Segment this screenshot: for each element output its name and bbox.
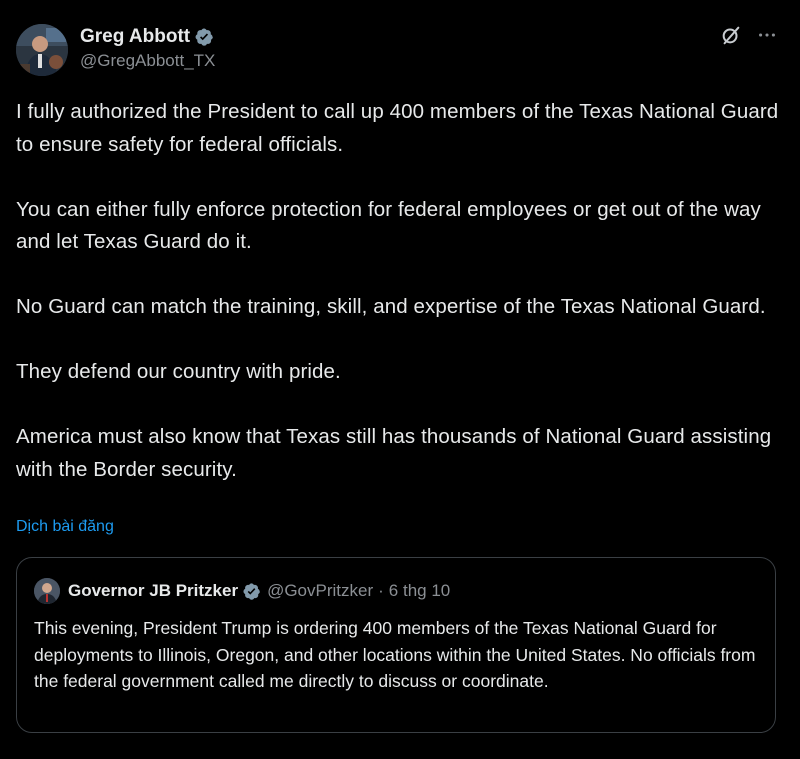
name-row: Greg Abbott [80, 24, 215, 50]
quote-text: This evening, President Trump is orderin… [34, 618, 756, 691]
tweet-paragraph: I fully authorized the President to call… [16, 100, 779, 156]
tweet-paragraph: You can either fully enforce protection … [16, 197, 761, 254]
tweet-paragraph: They defend our country with pride. [16, 360, 341, 383]
translate-post-link[interactable]: Dịch bài đăng [16, 518, 114, 536]
author-info: Greg Abbott @GregAbbott_TX [80, 24, 215, 71]
quote-handle: @GovPritzker [267, 581, 374, 600]
quote-date: 6 thg 10 [388, 581, 451, 600]
tweet-header: Greg Abbott @GregAbbott_TX [16, 20, 784, 76]
verified-badge-icon [243, 582, 260, 600]
avatar[interactable] [16, 24, 68, 76]
grok-icon[interactable] [720, 24, 742, 46]
quote-separator: · [378, 581, 384, 600]
more-options-icon[interactable] [756, 24, 778, 46]
quote-display-name: Governor JB Pritzker [68, 581, 239, 600]
quoted-tweet[interactable]: Governor JB Pritzker @GovPritzker · 6 th… [16, 557, 776, 733]
quote-header: Governor JB Pritzker @GovPritzker · 6 th… [34, 578, 450, 604]
handle[interactable]: @GregAbbott_TX [80, 51, 215, 71]
quote-avatar-photo [34, 578, 60, 604]
display-name[interactable]: Greg Abbott [80, 26, 190, 48]
tweet-paragraph: No Guard can match the training, skill, … [16, 295, 766, 318]
tweet-text: I fully authorized the President to call… [16, 96, 786, 486]
tweet: Greg Abbott @GregAbbott_TX I fully autho… [0, 0, 800, 759]
verified-badge-icon [195, 28, 213, 46]
tweet-actions [720, 24, 778, 46]
tweet-paragraph: America must also know that Texas still … [16, 425, 772, 481]
quote-avatar [34, 578, 60, 604]
avatar-photo [16, 24, 68, 76]
